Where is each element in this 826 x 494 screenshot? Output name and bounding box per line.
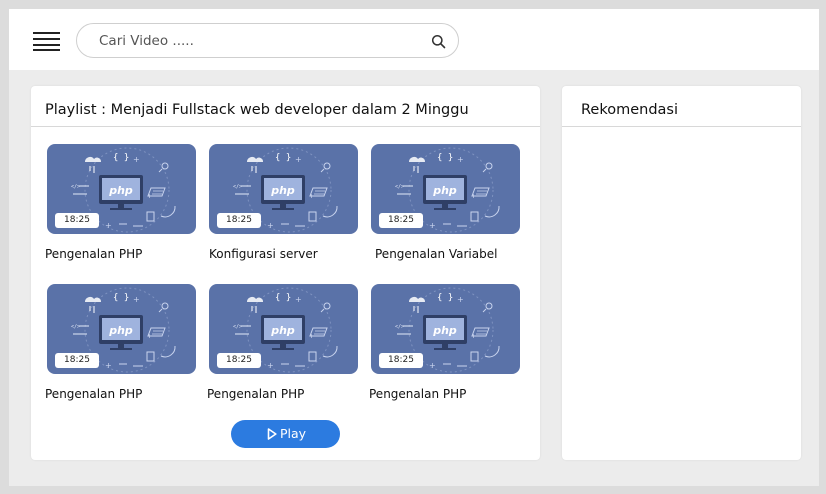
search-input[interactable] — [99, 30, 399, 52]
search-bar — [76, 23, 459, 58]
svg-text:</>: </> — [395, 324, 404, 330]
recommendation-title: Rekomendasi — [581, 102, 679, 118]
svg-text:php: php — [270, 324, 295, 337]
svg-text:+: + — [133, 295, 140, 304]
play-button[interactable]: Play — [231, 420, 340, 448]
divider — [31, 126, 540, 127]
play-label: Play — [280, 426, 307, 441]
video-title[interactable]: Pengenalan PHP — [45, 247, 142, 261]
svg-text:+: + — [457, 295, 464, 304]
svg-text:</>: </> — [233, 184, 242, 190]
svg-text:{ }: { } — [437, 293, 453, 303]
svg-text:</>: </> — [71, 324, 80, 330]
playlist-title: Playlist : Menjadi Fullstack web develop… — [45, 102, 469, 118]
svg-text:+: + — [457, 155, 464, 164]
svg-text:</>: </> — [395, 184, 404, 190]
svg-text:</>: </> — [233, 324, 242, 330]
svg-text:{ }: { } — [113, 153, 129, 163]
svg-text:{ }: { } — [437, 153, 453, 163]
video-title[interactable]: Pengenalan PHP — [369, 387, 466, 401]
recommendation-panel: Rekomendasi — [562, 86, 801, 460]
duration-badge: 18:25 — [55, 213, 99, 228]
video-title[interactable]: Pengenalan PHP — [45, 387, 142, 401]
svg-text:+: + — [267, 221, 274, 230]
svg-text:</>: </> — [71, 184, 80, 190]
duration-badge: 18:25 — [379, 213, 423, 228]
svg-text:php: php — [270, 184, 295, 197]
svg-text:+: + — [105, 221, 112, 230]
video-title[interactable]: Pengenalan Variabel — [375, 247, 497, 261]
svg-text:{ }: { } — [275, 153, 291, 163]
top-header — [9, 9, 819, 70]
svg-text:php: php — [432, 184, 457, 197]
divider — [562, 126, 801, 127]
svg-text:{ }: { } — [113, 293, 129, 303]
playlist-panel: Playlist : Menjadi Fullstack web develop… — [31, 86, 540, 460]
svg-text:+: + — [429, 361, 436, 370]
svg-text:+: + — [295, 295, 302, 304]
app-frame: Playlist : Menjadi Fullstack web develop… — [9, 9, 819, 486]
svg-text:+: + — [133, 155, 140, 164]
svg-text:php: php — [108, 184, 133, 197]
duration-badge: 18:25 — [217, 213, 261, 228]
video-title[interactable]: Pengenalan PHP — [207, 387, 304, 401]
play-icon — [267, 428, 277, 440]
hamburger-menu-icon[interactable] — [33, 31, 61, 51]
svg-text:+: + — [429, 221, 436, 230]
duration-badge: 18:25 — [379, 353, 423, 368]
svg-text:+: + — [295, 155, 302, 164]
video-title[interactable]: Konfigurasi server — [209, 247, 318, 261]
svg-text:php: php — [108, 324, 133, 337]
duration-badge: 18:25 — [55, 353, 99, 368]
duration-badge: 18:25 — [217, 353, 261, 368]
svg-text:+: + — [267, 361, 274, 370]
svg-text:+: + — [105, 361, 112, 370]
search-icon[interactable] — [431, 34, 446, 49]
svg-text:{ }: { } — [275, 293, 291, 303]
svg-text:php: php — [432, 324, 457, 337]
